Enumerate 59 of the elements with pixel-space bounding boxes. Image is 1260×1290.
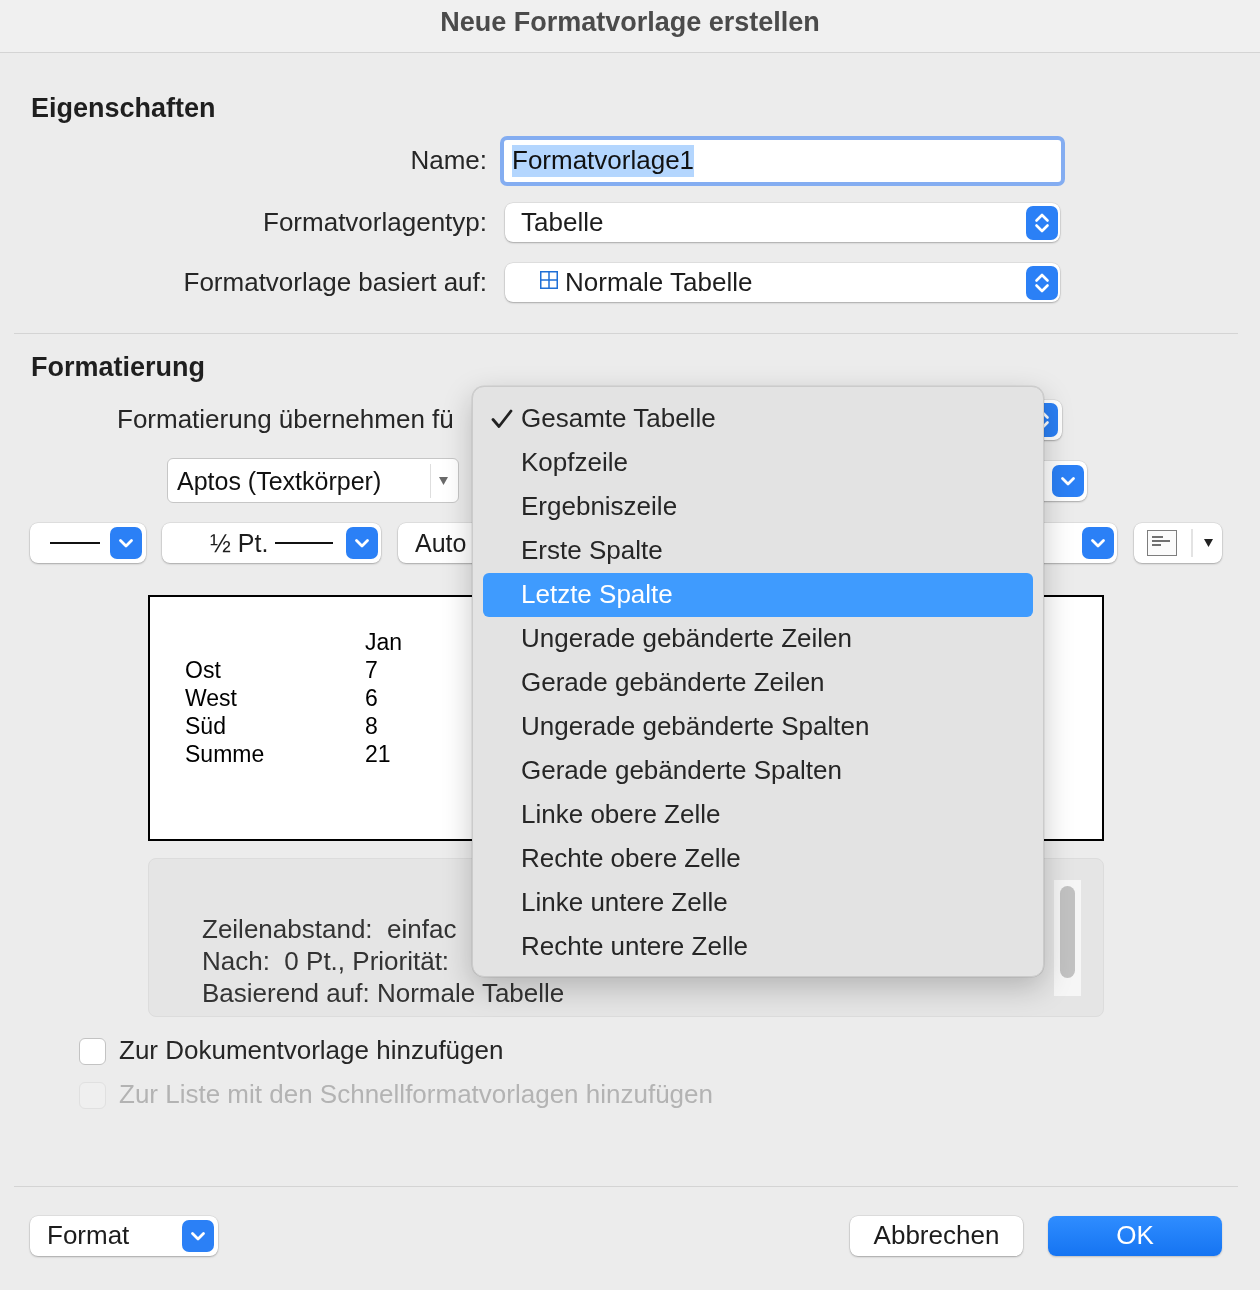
checkbox-label: Zur Liste mit den Schnellformatvorlagen hinzufügen (119, 1079, 713, 1111)
field-label: Formatierung übernehmen fü (117, 404, 454, 436)
dropdown[interactable]: ½ Pt. (162, 523, 381, 563)
caret-icon (439, 476, 448, 485)
field-label: Formatvorlage basiert auf: (183, 266, 487, 297)
table-cell: 8 (365, 712, 378, 740)
description-text: Nach: 0 Pt., Priorität: (202, 945, 450, 977)
section-heading: Formatierung (31, 352, 205, 382)
menu-item[interactable]: Linke untere Zelle (483, 881, 1033, 925)
chevron-down-icon (346, 527, 378, 559)
menu-item[interactable]: Rechte obere Zelle (483, 837, 1033, 881)
description-text: Basierend auf: Normale Tabelle (202, 977, 565, 1009)
window-title: Neue Formatvorlage erstellen (440, 7, 820, 38)
menu-item[interactable]: Linke obere Zelle (483, 793, 1033, 837)
table-icon (540, 271, 558, 289)
up-down-chevron-icon (1026, 265, 1058, 300)
line-sample-icon (50, 542, 100, 544)
menu-item[interactable]: Ungerade gebänderte Spalten (483, 705, 1033, 749)
caret-icon (1204, 539, 1213, 547)
menu-item[interactable]: Kopfzeile (483, 441, 1033, 485)
table-cell: Ost (185, 656, 221, 684)
table-cell: Jan (365, 628, 403, 656)
menu-item[interactable]: Gerade gebänderte Zeilen (483, 661, 1033, 705)
scrollbar[interactable] (1054, 880, 1081, 996)
chevron-down-icon (1082, 527, 1114, 559)
font-combo-field[interactable]: Aptos (Textkörper) (167, 458, 459, 503)
up-down-chevron-icon (1026, 205, 1058, 240)
cancel-button[interactable]: Abbrechen (850, 1216, 1023, 1256)
description-text: Zeilenabstand: einfac (202, 913, 457, 945)
menu-item[interactable]: Rechte untere Zelle (483, 925, 1033, 969)
checkbox-label: Zur Dokumentvorlage hinzufügen (119, 1035, 504, 1067)
chevron-down-icon (1052, 464, 1084, 497)
field-label: Name: (410, 145, 487, 176)
dropdown[interactable] (30, 523, 146, 563)
line-sample-icon (275, 542, 334, 544)
menu-item[interactable]: Erste Spalte (483, 529, 1033, 573)
align-left-icon (1147, 530, 1177, 556)
menu-item[interactable]: Ungerade gebänderte Zeilen (483, 617, 1033, 661)
chevron-down-icon (110, 527, 142, 559)
field-label: Formatvorlagentyp: (263, 206, 487, 237)
ok-button[interactable]: OK (1048, 1216, 1222, 1256)
table-cell: Süd (185, 712, 226, 740)
section-heading: Eigenschaften (31, 93, 216, 123)
text-field[interactable]: Formatvorlage1 (500, 136, 1065, 186)
scrollbar-thumb[interactable] (1060, 886, 1075, 978)
dropdown[interactable]: Tabelle (505, 203, 1060, 242)
menu-item[interactable]: Gesamte Tabelle (483, 397, 1033, 441)
table-cell: 7 (365, 656, 378, 684)
dropdown[interactable]: Normale Tabelle (505, 263, 1060, 302)
checkbox[interactable] (79, 1037, 106, 1065)
chevron-down-icon (182, 1220, 214, 1252)
menu-item[interactable]: Gerade gebänderte Spalten (483, 749, 1033, 793)
table-cell: Summe (185, 740, 265, 768)
table-cell: West (185, 684, 237, 712)
menu-item[interactable]: Ergebniszeile (483, 485, 1033, 529)
toolbar-button[interactable] (1134, 523, 1222, 563)
table-cell: 21 (365, 740, 391, 768)
table-cell: 6 (365, 684, 378, 712)
dropdown[interactable]: Format (30, 1216, 218, 1256)
